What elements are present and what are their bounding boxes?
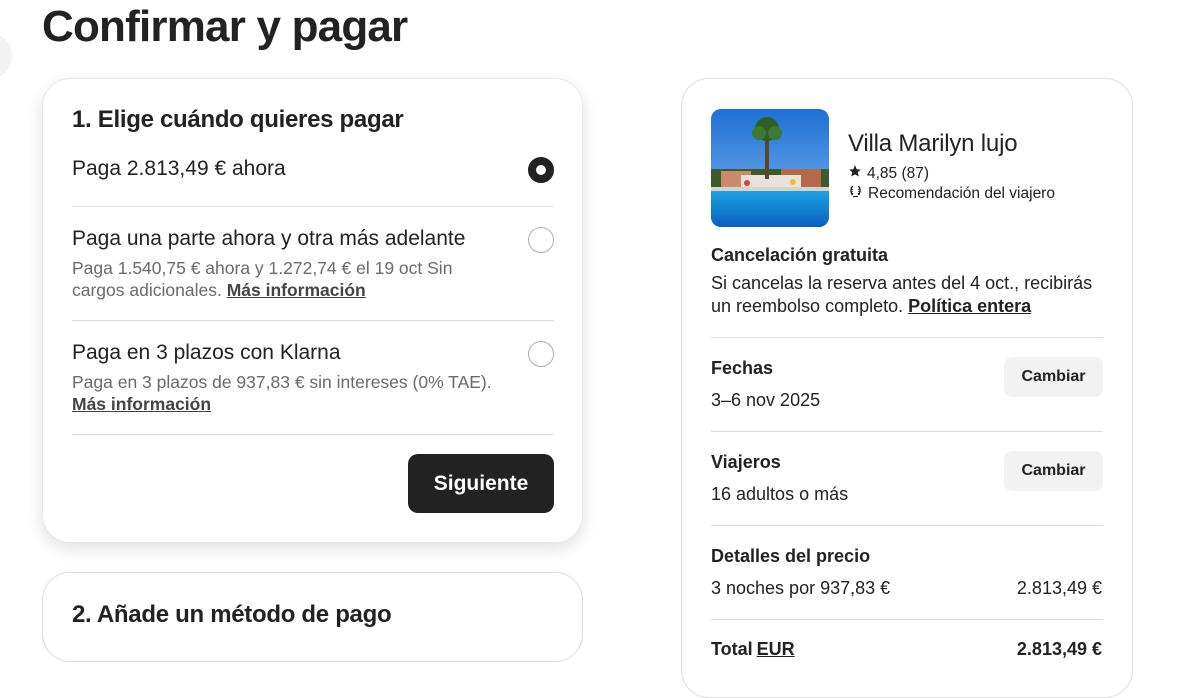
price-details-label: Detalles del precio — [711, 546, 871, 566]
listing-photo — [711, 109, 829, 227]
badge-line: Recomendación del viajero — [848, 184, 1055, 204]
next-button[interactable]: Siguiente — [408, 454, 554, 513]
option-klarna-description: Paga en 3 plazos de 937,83 € sin interes… — [72, 371, 502, 415]
option-pay-part-label: Paga una parte ahora y otra más adelante — [72, 227, 466, 250]
nights-line: 3 noches por 937,83 € — [711, 578, 891, 598]
page-title: Confirmar y pagar — [42, 2, 408, 51]
listing-title: Villa Marilyn lujo — [848, 130, 1018, 157]
dates-label: Fechas — [711, 358, 774, 378]
payment-timing-card: 1. Elige cuándo quieres pagar Paga 2.813… — [42, 78, 583, 543]
guests-value: 16 adultos o más — [711, 484, 849, 504]
option-klarna-text: Paga en 3 plazos de 937,83 € sin interes… — [72, 372, 492, 392]
star-icon — [848, 164, 862, 183]
change-guests-button[interactable]: Cambiar — [1004, 451, 1103, 491]
currency-link[interactable]: EUR — [757, 639, 795, 659]
cancellation-text: Si cancelas la reserva antes del 4 oct.,… — [711, 273, 1093, 316]
dates-value: 3–6 nov 2025 — [711, 390, 821, 410]
total-label: Total — [711, 639, 753, 659]
full-policy-link[interactable]: Política entera — [908, 296, 1031, 316]
divider — [711, 431, 1103, 432]
divider — [72, 320, 554, 321]
payment-method-card[interactable]: 2. Añade un método de pago — [42, 572, 583, 662]
divider — [711, 525, 1103, 526]
total-amount: 2.813,49 € — [1016, 639, 1102, 659]
cancellation-title: Cancelación gratuita — [711, 245, 889, 265]
radio-klarna[interactable] — [528, 341, 554, 367]
option-klarna-label: Paga en 3 plazos con Klarna — [72, 341, 341, 364]
rating-line: 4,85 (87) — [848, 164, 929, 183]
more-info-link[interactable]: Más información — [72, 394, 211, 414]
back-button[interactable] — [0, 32, 12, 80]
change-dates-button[interactable]: Cambiar — [1004, 357, 1103, 397]
divider — [711, 337, 1103, 338]
rating-value: 4,85 (87) — [867, 164, 930, 182]
badge-label: Recomendación del viajero — [868, 185, 1055, 202]
option-pay-part[interactable]: Paga una parte ahora y otra más adelante… — [72, 226, 554, 301]
payment-timing-heading: 1. Elige cuándo quieres pagar — [72, 106, 404, 133]
total-label-block: Total EUR — [711, 639, 795, 660]
listing-photo-image — [711, 109, 829, 227]
cancellation-text-block: Si cancelas la reserva antes del 4 oct.,… — [711, 272, 1111, 318]
guests-label: Viajeros — [711, 452, 781, 472]
laurel-icon — [848, 184, 863, 204]
option-pay-part-description: Paga 1.540,75 € ahora y 1.272,74 € el 19… — [72, 257, 502, 301]
nights-amount: 2.813,49 € — [1016, 578, 1102, 598]
option-pay-now[interactable]: Paga 2.813,49 € ahora — [72, 156, 554, 183]
option-klarna[interactable]: Paga en 3 plazos con Klarna Paga en 3 pl… — [72, 340, 554, 415]
booking-summary-card: Villa Marilyn lujo 4,85 (87) Recomendaci… — [681, 78, 1133, 698]
divider — [72, 434, 554, 435]
radio-pay-part[interactable] — [528, 227, 554, 253]
divider — [711, 619, 1103, 620]
radio-pay-now[interactable] — [528, 157, 554, 183]
option-pay-now-label: Paga 2.813,49 € ahora — [72, 157, 286, 180]
more-info-link[interactable]: Más información — [227, 280, 366, 300]
divider — [72, 206, 554, 207]
payment-method-heading: 2. Añade un método de pago — [72, 601, 392, 628]
